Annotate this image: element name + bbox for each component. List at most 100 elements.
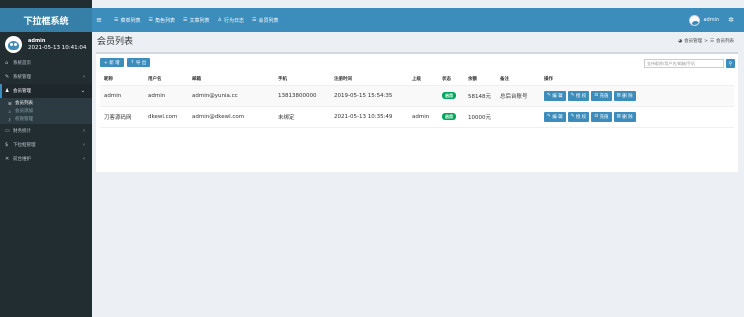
sidebar-item-members[interactable]: ♟ 会员管理 ⌄ [0,84,92,98]
sidebar-item-finance[interactable]: ▭ 财务统计 ‹ [0,124,92,138]
search-button[interactable]: ⚲ [726,59,735,68]
cell-email: admin@yunia.cc [188,85,274,107]
authorize-button[interactable]: ✎ 授 权 [567,111,590,122]
authorize-icon: ✎ [570,114,575,119]
sidebar-item-home[interactable]: ⌂ 系统首页 [0,56,92,70]
recharge-button[interactable]: ⊡ 充值 [591,90,612,101]
breadcrumb: ◕ 会员管理 > ☰ 会员列表 [676,38,734,45]
cell-remark [496,106,540,128]
trash-icon: ▥ [616,114,621,119]
top-navbar: ≡ ☰ 菜单列表 ☰ 角色列表 ☰ 文章列表 ♙ 行为日志 ☰ 会员列表 admin ✲ [92,8,744,32]
cell-parent: admin [408,106,438,128]
chevron-down-icon: ⌄ [80,88,85,94]
trash-icon: ▥ [616,93,621,98]
export-icon: ⇪ [130,60,135,65]
column-header: 手机 [274,74,330,86]
cell-email: admin@dkewl.com [188,106,274,128]
gear-icon[interactable]: ✲ [728,16,734,24]
cell-reg-time: 2021-05-13 10:35:49 [330,106,408,128]
recharge-icon: ⊡ [594,93,599,98]
key-icon: ⚷ [8,116,11,122]
list-icon: ☰ [709,38,714,44]
column-header: 用户名 [144,74,188,86]
sidebar: admin 2021-05-13 10:41:04 ⌂ 系统首页 ✎ 系统管理 ‹ ♟… [0,32,92,317]
nav-link-role-list[interactable]: ☰ 角色列表 [149,17,176,24]
wrench-icon: ✎ [5,74,10,80]
delete-button[interactable]: ▥ 删 除 [613,111,636,122]
user-add-icon: ♙ [8,108,12,114]
sidebar-item-system[interactable]: ✎ 系统管理 ‹ [0,70,92,84]
export-button[interactable]: ⇪ 导 出 [126,58,151,67]
breadcrumb-separator: > [704,38,708,44]
column-header: 操作 [540,74,734,86]
list-icon: ☰ [183,17,188,23]
edit-button[interactable]: ✎ 编 辑 [544,90,566,101]
delete-button[interactable]: ▥ 删 除 [613,90,636,101]
column-header: 状态 [438,74,464,86]
cell-nick: 刀客源码网 [100,106,144,128]
status-badge: 启用 [442,91,456,99]
table-header-row: 昵称 用户名 邮箱 手机 注册时间 上级 状态 余额 备注 操作 [100,74,734,86]
edit-icon: ✎ [547,93,551,98]
list-icon: ☰ [252,17,257,23]
add-button[interactable]: + 新 增 [100,58,124,67]
user-avatar-small[interactable] [689,14,701,26]
edit-icon: ✎ [547,114,551,119]
column-header: 邮箱 [188,74,274,86]
table-row: admin admin admin@yunia.cc 13813800000 2… [100,85,734,107]
dollar-icon: $ [5,142,9,148]
user-panel: admin 2021-05-13 10:41:04 [0,32,92,56]
sidebar-item-dropdown[interactable]: $ 下拉框管理 ‹ [0,138,92,152]
avatar [5,35,22,53]
nav-link-article-list[interactable]: ☰ 文章列表 [183,17,210,24]
cell-phone: 13813800000 [274,85,330,107]
person-icon: ♙ [217,17,222,23]
cell-phone: 未绑定 [274,106,330,128]
submenu-members: ☰ 会员列表 ♙ 会员添加 ⚷ 权限管理 [0,98,92,124]
list-icon: ☰ [114,17,119,23]
edit-button[interactable]: ✎ 编 辑 [544,111,566,122]
chevron-left-icon: ‹ [83,74,85,80]
breadcrumb-item[interactable]: 会员管理 [684,38,702,44]
users-icon: ♟ [5,88,10,94]
column-header: 昵称 [100,74,144,86]
breadcrumb-item-current: 会员列表 [716,39,734,44]
column-header: 上级 [408,74,438,86]
app-logo[interactable]: 下拉框系统 [0,8,92,32]
nav-link-behavior-log[interactable]: ♙ 行为日志 [218,17,245,24]
monitor-icon: ▭ [5,128,10,134]
recharge-icon: ⊡ [594,114,599,119]
main-content: 会员列表 ◕ 会员管理 > ☰ 会员列表 + 新 增 ⇪ 导 出 支持昵称/用户… [92,32,744,317]
nav-link-member-list[interactable]: ☰ 会员列表 [252,17,279,24]
sidebar-subitem-member-add[interactable]: ♙ 会员添加 [0,107,92,115]
dashboard-icon: ◕ [678,38,683,44]
chevron-left-icon: ‹ [83,142,85,148]
cell-balance: 10000元 [464,106,496,128]
chevron-left-icon: ‹ [83,128,85,134]
list-icon: ☰ [8,100,12,106]
cell-username: dkewl.com [144,106,188,128]
nav-link-menu-list[interactable]: ☰ 菜单列表 [114,17,141,24]
sidebar-user-time: 2021-05-13 10:41:04 [28,44,87,51]
cell-username: admin [144,85,188,107]
sidebar-item-frontend[interactable]: ✕ 前台维护 ‹ [0,152,92,166]
chevron-left-icon: ‹ [83,156,85,162]
cell-nick: admin [100,85,144,107]
sidebar-subitem-member-list[interactable]: ☰ 会员列表 [0,99,92,107]
sidebar-user-name: admin [28,37,46,44]
page-title: 会员列表 [97,37,134,47]
column-header: 余额 [464,74,496,86]
cell-reg-time: 2019-05-15 15:54:35 [330,85,408,107]
cell-remark: 总后台账号 [496,85,540,107]
list-icon: ☰ [148,17,153,23]
member-list-box: + 新 增 ⇪ 导 出 支持昵称/用户名/邮箱/手机 ⚲ 昵称 用户名 邮箱 手… [96,52,738,172]
search-input[interactable]: 支持昵称/用户名/邮箱/手机 [644,59,724,68]
authorize-button[interactable]: ✎ 授 权 [567,90,590,101]
search-icon: ⚲ [728,60,733,67]
user-menu[interactable]: admin [703,17,719,23]
menu-toggle-icon[interactable]: ≡ [92,16,106,24]
member-table: 昵称 用户名 邮箱 手机 注册时间 上级 状态 余额 备注 操作 admin a… [100,74,734,128]
sidebar-subitem-permissions[interactable]: ⚷ 权限管理 [0,115,92,123]
status-badge: 启用 [442,112,456,120]
recharge-button[interactable]: ⊡ 充值 [591,111,612,122]
